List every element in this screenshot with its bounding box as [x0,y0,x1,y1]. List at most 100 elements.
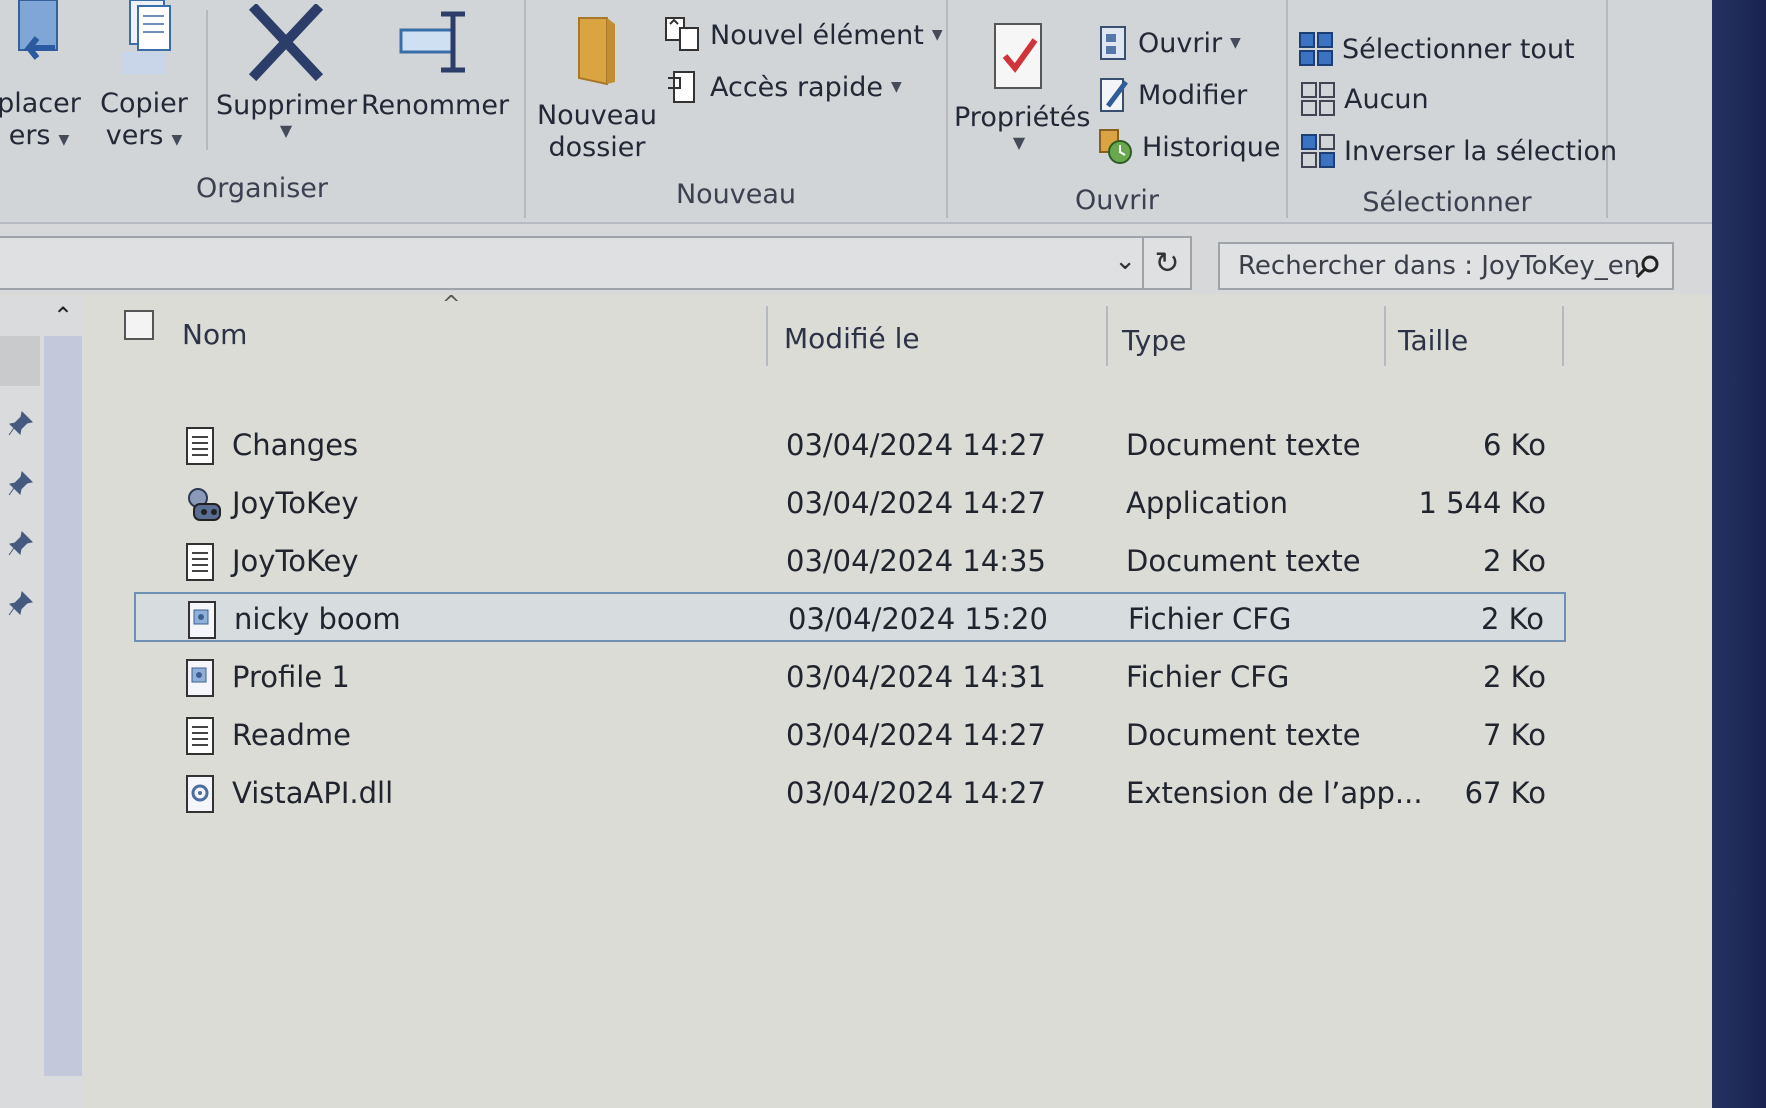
column-header-modified[interactable]: Modifié le [784,308,920,368]
pin-icon[interactable] [8,410,34,436]
column-header-type[interactable]: Type [1122,310,1186,370]
file-explorer-window: placer ers ▼ Copier vers ▼ Supprimer ▼ R… [0,0,1712,1108]
file-row[interactable]: JoyToKey 03/04/2024 14:35 Document texte 2 … [134,536,1566,586]
column-divider[interactable] [1562,306,1564,366]
file-row[interactable]: Changes 03/04/2024 14:27 Document texte 6 K… [134,420,1566,470]
group-nouveau: Nouveau dossier Nouvel élément ▼ Accès ra… [526,0,948,218]
column-header-size[interactable]: Taille [1398,310,1468,370]
move-to-icon [18,0,58,60]
file-modified-date: 03/04/2024 14:27 [786,718,1046,752]
file-row[interactable]: nicky boom 03/04/2024 15:20 Fichier CFG 2 K… [134,592,1566,642]
file-type: Document texte [1126,718,1361,752]
sort-ascending-icon: ^ [442,292,461,317]
delete-button[interactable]: Supprimer ▼ [216,4,358,140]
properties-label: Propriétés [954,102,1091,133]
file-type: Extension de l’app... [1126,776,1423,810]
config-file-icon [184,658,218,705]
column-divider[interactable] [1384,306,1386,366]
pin-icon[interactable] [8,470,34,496]
refresh-icon: ↻ [1154,245,1180,281]
desktop-background [1712,0,1766,1108]
file-type: Fichier CFG [1126,660,1290,694]
new-folder-button[interactable]: Nouveau dossier [532,8,662,164]
search-placeholder: Rechercher dans : JoyToKey_en [1238,251,1641,281]
file-modified-date: 03/04/2024 15:20 [788,602,1048,636]
text-file-icon [184,542,218,589]
file-name: VistaAPI.dll [232,776,394,810]
address-row: ⌄ ↻ Rechercher dans : JoyToKey_en [0,224,1712,294]
new-item-button[interactable]: Nouvel élément ▼ [664,12,943,58]
delete-label: Supprimer [216,90,358,121]
group-selectionner-label: Sélectionner [1362,187,1532,218]
select-all-button[interactable]: Sélectionner tout [1298,26,1575,72]
file-modified-date: 03/04/2024 14:31 [786,660,1046,694]
invert-selection-button[interactable]: Inverser la sélection [1300,128,1617,174]
file-type: Document texte [1126,428,1361,462]
pin-icon[interactable] [8,590,34,616]
copy-to-button[interactable]: Copier vers ▼ [94,0,194,156]
file-name: JoyToKey [232,544,359,578]
properties-button[interactable]: Propriétés ▼ [954,20,1090,152]
history-label: Historique [1142,131,1281,163]
address-bar[interactable]: ⌄ ↻ [0,236,1192,290]
file-row[interactable]: VistaAPI.dll 03/04/2024 14:27 Extension de… [134,768,1566,818]
config-file-icon [186,600,220,647]
invert-selection-icon [1301,134,1335,168]
select-all-label: Sélectionner tout [1342,33,1575,65]
new-item-icon [665,17,699,51]
nav-item-selected[interactable] [0,336,40,386]
file-name: nicky boom [234,602,401,636]
file-name: Changes [232,428,359,462]
file-size: 2 Ko [1483,660,1546,694]
file-modified-date: 03/04/2024 14:27 [786,776,1046,810]
file-size: 1 544 Ko [1418,486,1546,520]
file-size: 6 Ko [1483,428,1546,462]
file-row[interactable]: Readme 03/04/2024 14:27 Document texte 7 Ko [134,710,1566,760]
column-header-name[interactable]: Nom [182,304,247,364]
group-organiser: placer ers ▼ Copier vers ▼ Supprimer ▼ R… [0,0,526,218]
move-to-label-2: ers [8,120,51,151]
refresh-button[interactable]: ↻ [1142,238,1190,288]
file-name: Readme [232,718,351,752]
select-none-icon [1301,82,1335,116]
group-ouvrir-label: Ouvrir [1074,185,1160,216]
file-modified-date: 03/04/2024 14:35 [786,544,1046,578]
organiser-separator [206,10,208,150]
search-icon [1635,255,1659,279]
quick-access-icon [668,71,695,103]
copy-to-label-1: Copier [100,88,188,119]
move-to-button[interactable]: placer ers ▼ [0,0,84,156]
address-history-dropdown-icon[interactable]: ⌄ [1114,246,1136,276]
file-size: 2 Ko [1481,602,1544,636]
file-name: Profile 1 [232,660,350,694]
group-organiser-label: Organiser [196,173,328,204]
file-type: Document texte [1126,544,1361,578]
edit-button[interactable]: Modifier [1098,72,1247,118]
column-divider[interactable] [766,306,768,366]
rename-label: Renommer [360,90,510,121]
search-input[interactable]: Rechercher dans : JoyToKey_en [1218,242,1674,290]
nav-scrollbar[interactable] [44,336,82,1076]
select-all-checkbox[interactable] [124,310,154,340]
group-nouveau-label: Nouveau [675,179,797,210]
file-type: Application [1126,486,1289,520]
file-size: 7 Ko [1483,718,1546,752]
file-row[interactable]: Profile 1 03/04/2024 14:31 Fichier CFG 2 Ko [134,652,1566,702]
text-file-icon [184,426,218,473]
pin-icon[interactable] [8,530,34,556]
rename-button[interactable]: Renommer [360,4,510,122]
scroll-up-icon[interactable]: ⌃ [44,296,82,336]
copy-to-icon [122,0,171,74]
application-icon [184,484,224,531]
rename-icon [399,11,465,73]
open-button[interactable]: Ouvrir ▼ [1098,20,1241,66]
copy-to-label-2: vers [105,120,164,151]
column-divider[interactable] [1106,306,1108,366]
select-none-button[interactable]: Aucun [1300,76,1429,122]
quick-access-button[interactable]: Accès rapide ▼ [666,64,902,110]
edit-pencil-icon [1100,78,1128,112]
dll-file-icon [184,774,218,821]
new-folder-label-2: dossier [548,132,646,163]
history-button[interactable]: Historique [1098,124,1280,170]
file-row[interactable]: JoyToKey 03/04/2024 14:27 Application 1 544… [134,478,1566,528]
